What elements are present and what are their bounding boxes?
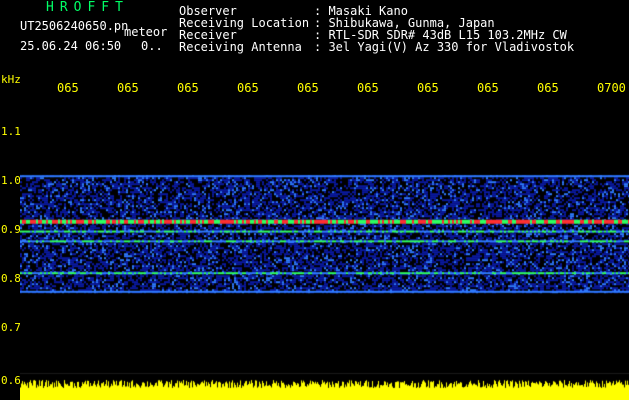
y-tick-label: 1.1 (1, 125, 21, 138)
info-label-antenna: Receiving Antenna (179, 40, 302, 54)
y-tick-label: 0.6 (1, 374, 21, 387)
counter-label: 0.. (141, 39, 163, 53)
y-tick-label: 0.7 (1, 321, 21, 334)
x-tick-label: 065 (297, 81, 319, 95)
filename-label: UT2506240650.pn (20, 19, 129, 33)
y-tick-label: 1.0 (1, 174, 21, 187)
info-value-antenna: : 3el Yagi(V) Az 330 for Vladivostok (314, 40, 575, 54)
mode-label: meteor (124, 25, 168, 39)
spectrogram-canvas (20, 96, 629, 400)
x-tick-label: 065 (117, 81, 139, 95)
x-tick-label: 065 (237, 81, 259, 95)
y-tick-label: 0.8 (1, 272, 21, 285)
x-tick-label: 065 (177, 81, 199, 95)
x-tick-label: 065 (417, 81, 439, 95)
y-tick-label: 0.9 (1, 223, 21, 236)
x-tick-label: 0700 (597, 81, 626, 95)
app-brand: HROFFT (46, 0, 129, 15)
datetime-label: 25.06.24 06:50 (20, 39, 122, 53)
x-tick-label: 065 (537, 81, 559, 95)
x-tick-label: 065 (57, 81, 79, 95)
x-tick-label: 065 (357, 81, 379, 95)
x-tick-label: 065 (477, 81, 499, 95)
y-axis-unit: kHz (1, 73, 21, 86)
